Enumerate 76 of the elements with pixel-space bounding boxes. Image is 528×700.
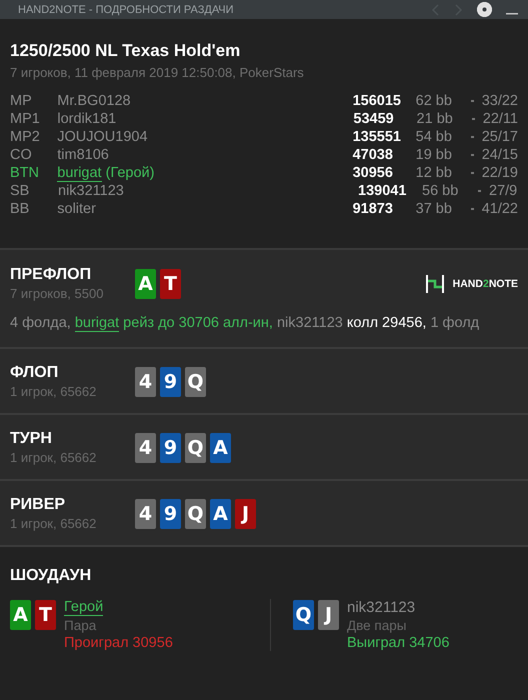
playing-card: 4 [135, 366, 156, 396]
player-stats: 27/9 [489, 183, 518, 199]
player-name: JOUJOU1904 [57, 129, 148, 145]
window-title: HAND2NOTE - ПОДРОБНОСТИ РАЗДАЧИ [18, 4, 235, 16]
playing-card: Q [185, 432, 206, 462]
playing-card: T [35, 600, 56, 630]
player-bb: 54 bb [416, 129, 453, 145]
playing-card: A [135, 268, 156, 298]
street-info: 1 игрок, 65662 [10, 516, 98, 531]
playing-card: 9 [160, 432, 181, 462]
player-stack: 47038 [352, 147, 394, 163]
hand-title: 1250/2500 NL Texas Hold'em [10, 41, 242, 61]
player-stats: 24/15 [482, 147, 518, 163]
player-position: MP [10, 93, 33, 109]
street-info: 1 игрок, 65662 [10, 450, 98, 465]
player-bb: 21 bb [416, 111, 454, 127]
street-title: ПРЕФЛОП [10, 266, 92, 284]
playing-card: T [160, 268, 181, 298]
player-stack: 135551 [352, 129, 402, 145]
player-bb: 62 bb [416, 93, 453, 109]
player-name: tim8106 [57, 147, 109, 163]
player-bb: 12 bb [416, 165, 453, 181]
action-summary: 4 фолда, burigat рейз до 30706 алл-ин, nik321123 колл 29456, 1 фолд [10, 315, 480, 331]
player-name: nik321123 [347, 599, 416, 616]
player-name-link[interactable]: burigat [57, 165, 102, 182]
playing-card: 4 [135, 498, 156, 528]
player-position: MP2 [10, 129, 41, 145]
hero-label: (Герой) [104, 165, 154, 181]
playing-card: J [235, 498, 256, 528]
player-bb: 37 bb [416, 201, 453, 217]
player-stack: 53459 [353, 111, 395, 127]
playing-card: A [10, 600, 31, 630]
hand-combination: Две пары [347, 618, 406, 633]
playing-card: Q [185, 498, 206, 528]
player-name: Mr.BG0128 [57, 93, 131, 109]
playing-card: J [318, 600, 339, 630]
player-bb: 19 bb [416, 147, 453, 163]
player-stack: 139041 [358, 183, 408, 199]
player-position: BB [10, 201, 30, 217]
player-link[interactable]: Герой [64, 599, 104, 616]
player-stats: 33/22 [482, 93, 518, 109]
playing-card: 9 [160, 366, 181, 396]
hand-combination: Пара [64, 618, 96, 633]
logo-icon [424, 274, 445, 294]
playing-card: Q [185, 366, 206, 396]
player-stats: 41/22 [482, 201, 518, 217]
player-name: nik321123 [58, 183, 124, 199]
street-info: 7 игроков, 5500 [10, 286, 104, 301]
player-position: MP1 [10, 111, 41, 127]
playing-card: 4 [135, 432, 156, 462]
playing-card: A [210, 498, 231, 528]
player-bb: 56 bb [422, 183, 460, 199]
player-link[interactable]: burigat [74, 315, 120, 332]
street-title: ТУРН [10, 430, 53, 448]
player-name: soliter [57, 201, 96, 217]
logo-text: HAND2NOTE [452, 278, 518, 290]
street-info: 1 игрок, 65662 [10, 384, 98, 399]
player-stats: 22/11 [482, 111, 518, 127]
playing-card: Q [293, 600, 314, 630]
result-amount: Выиграл 34706 [347, 635, 450, 651]
section-title: ШОУДАУН [10, 567, 92, 585]
player-position: SB [10, 183, 30, 199]
street-title: РИВЕР [10, 496, 66, 514]
player-stack: 30956 [352, 165, 394, 181]
player-stack: 91873 [352, 201, 394, 217]
player-stats: 22/19 [482, 165, 518, 181]
player-stats: 25/17 [482, 129, 518, 145]
result-amount: Проиграл 30956 [64, 635, 173, 651]
player-position: BTN [10, 165, 40, 181]
playing-card: A [210, 432, 231, 462]
street-title: ФЛОП [10, 364, 60, 382]
player-name: lordik181 [57, 111, 116, 127]
player-stack: 156015 [352, 93, 402, 109]
hand-info: 7 игроков, 11 февраля 2019 12:50:08, PokerStars [10, 65, 305, 80]
playing-card: 9 [160, 498, 181, 528]
player-position: CO [10, 147, 33, 163]
